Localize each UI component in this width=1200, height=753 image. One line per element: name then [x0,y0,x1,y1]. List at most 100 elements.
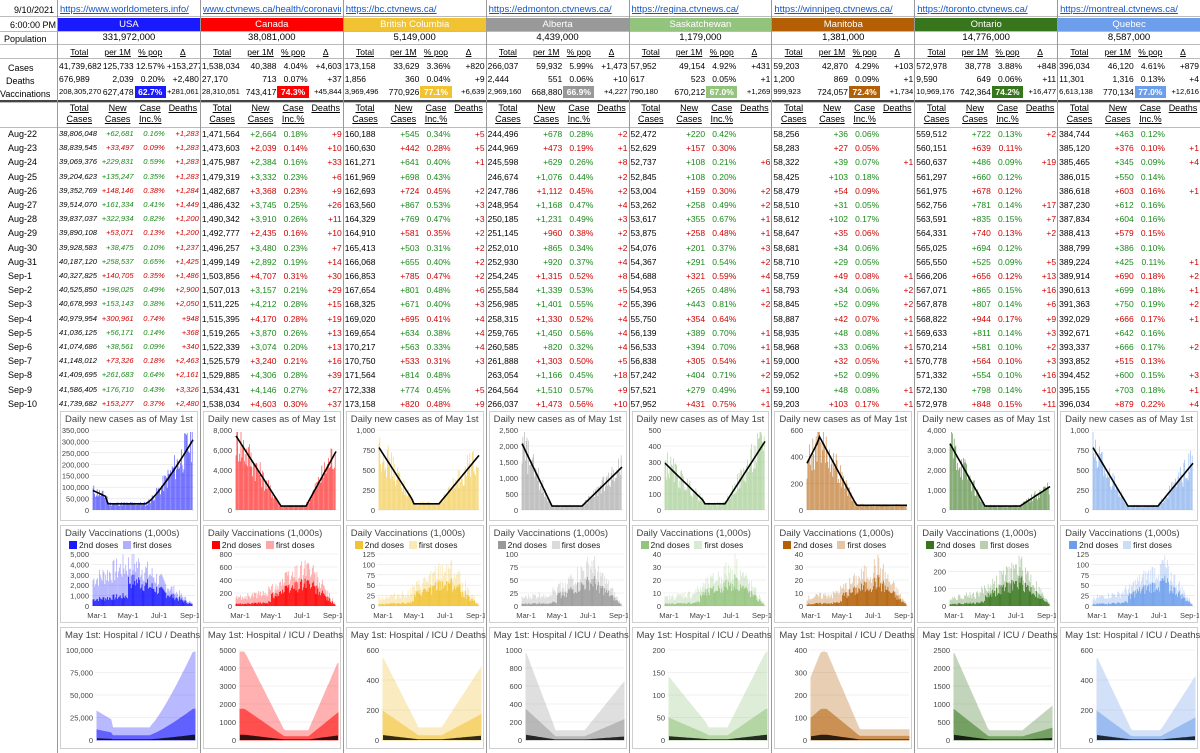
daily-cell: 0.47% [426,214,451,225]
y-tick-label: 25 [1081,592,1089,601]
date-cell: Aug-26 [8,185,38,196]
daily-cell: 166,068 [344,256,376,267]
daily-cell: +2,384 [250,157,277,168]
daily-cell: 0.19% [569,143,594,154]
y-tick-label: 2,000 [499,442,518,451]
daily-row: 167,654 +801 0.48% +6 [344,284,486,296]
date-cell: Sep-7 [8,356,33,367]
y-tick-label: 50 [509,576,517,585]
daily-header-word: Deaths [454,103,483,113]
daily-cell: 58,710 [773,256,800,267]
y-tick-label: 0 [946,736,950,745]
y-tick-label: 100 [1077,560,1090,569]
daily-cell: 0.37% [569,256,594,267]
daily-cell: 0.48% [712,285,737,296]
summary-header-cell: Δ [608,47,615,57]
daily-row: 569,633 +811 0.14% +3 [915,327,1057,339]
daily-row: 58,283 +27 0.05% [772,142,914,154]
y-tick-label: 0 [513,602,517,611]
daily-cell: 0.81% [712,299,737,310]
daily-cell: +2 [617,242,628,253]
daily-row: 1,479,319 +3,332 0.23% +6 [201,171,343,183]
region-url-link[interactable]: https://winnipeg.ctvnews.ca/ [774,4,912,15]
daily-cell: +2,435 [250,228,277,239]
daily-cell: 160,630 [344,143,376,154]
daily-cell: 391,363 [1059,299,1090,310]
daily-cell: +4 [617,327,628,338]
daily-cell: 172,338 [344,384,376,395]
daily-cell: +1 [903,384,914,395]
daily-header-word: Case [568,103,590,113]
summary-row-cases: 572,978 38,778 3.88% +848 [915,60,1057,72]
daily-cell: 0.05% [855,256,880,267]
daily-cell [1166,327,1200,339]
daily-cell: +39 [833,157,848,168]
region-url-link[interactable]: https://montreal.ctvnews.ca/ [1060,4,1198,15]
daily-row: 58,510 +31 0.05% [772,199,914,211]
daily-cell: 167,654 [344,285,376,296]
daily-header-cell: New Cases [958,103,992,127]
daily-cell: 53,617 [630,214,657,225]
daily-cell: 0.70% [712,342,737,352]
daily-cell: 0.16% [1140,214,1165,225]
y-tick-label: 500 [1077,466,1090,475]
daily-row: 252,010 +865 0.34% +2 [487,242,629,254]
region-url-link[interactable]: https://regina.ctvnews.ca/ [632,4,770,15]
y-tick-label: 20 [795,576,803,585]
region-url-link[interactable]: https://toronto.ctvnews.ca/ [917,4,1055,15]
y-tick-label: 600 [219,563,232,572]
date-cell: Aug-22 [8,129,38,139]
daily-cell: 1,473,603 [201,143,240,154]
region-url-link[interactable]: https://www.worldometers.info/ [60,4,198,15]
daily-cell: +103 [828,171,848,182]
daily-cell: +4 [760,271,771,281]
daily-cases-plot: 1,000 750 500 250 0 [356,426,481,515]
daily-cell: 58,845 [773,299,800,310]
daily-cell: 0.09% [143,143,165,153]
daily-row: 162,693 +724 0.45% +2 [344,185,486,197]
daily-cell: +3,240 [250,356,277,367]
daily-header-cell: New Cases [386,103,420,127]
daily-cell: +807 [971,299,991,310]
daily-cell: 0.54% [712,356,737,367]
region-name-header: Manitoba [772,18,915,31]
daily-cell: 41,586,405 [59,384,98,394]
daily-cell: 0.14% [283,143,308,154]
daily-cell: 560,151 [916,143,947,154]
daily-header-cell: New Cases [1101,103,1135,127]
x-tick-label: Jul-1 [722,611,738,620]
region-url-link[interactable]: https://bc.ctvnews.ca/ [346,4,484,15]
summary-cell: 66.9% [563,86,595,98]
region-url-link[interactable]: https://edmonton.ctvnews.ca/ [489,4,627,15]
daily-row: 1,507,013 +3,157 0.21% +29 [201,284,343,296]
daily-row: 572,978 +848 0.15% +11 [915,398,1057,410]
daily-row: 40,187,120 +258,537 0.65% +1,425 [58,256,200,268]
region-name-header: Saskatchewan [629,18,772,31]
summary-cell: 42,870 [821,61,848,71]
summary-cell: 676,989 [59,74,90,84]
summary-cell: 2,039 [112,74,134,84]
y-tick-label: 2,000 [70,581,89,590]
daily-cell: +785 [400,271,420,281]
daily-cell: 0.18% [1140,271,1165,281]
daily-row: 565,025 +694 0.12% [915,242,1057,254]
daily-row: 168,325 +671 0.40% +3 [344,298,486,310]
daily-cell: +703 [1114,384,1134,395]
daily-cell: +1 [1189,313,1199,324]
daily-header-word: New [965,103,984,113]
daily-row: 58,322 +39 0.07% +1 [772,156,914,168]
daily-cell: +486 [971,157,991,168]
y-tick-label: 1500 [934,682,951,691]
daily-header-word: Cases [247,114,274,124]
daily-header-word: Inc.% [281,114,305,124]
region-column-mb: https://winnipeg.ctvnews.ca/Manitoba 1,38… [771,0,915,753]
daily-cell: 0.14% [997,327,1023,338]
summary-header-cell: % pop [138,47,163,57]
daily-cell: +48 [833,384,848,395]
daily-cell: 0.45% [569,370,594,381]
daily-cell: +17 [1041,200,1057,210]
region-url-link[interactable]: www.ctvnews.ca/health/coronavirus/ [203,4,341,15]
daily-cell: 560,637 [916,157,947,168]
daily-row: 387,834 +604 0.16% [1058,213,1200,225]
daily-cell: +1,283 [175,171,199,181]
